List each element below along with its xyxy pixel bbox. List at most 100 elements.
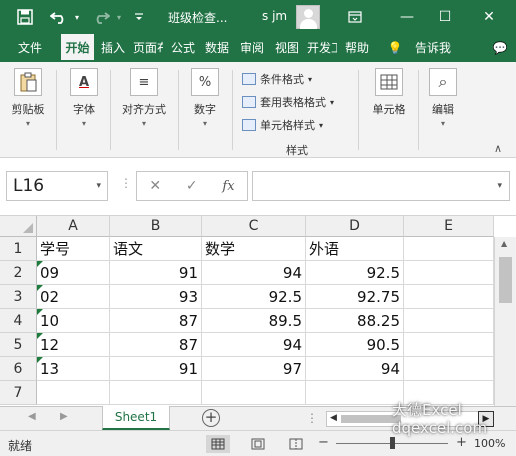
scroll-up-icon[interactable]: ▲: [501, 239, 507, 248]
cell-a7[interactable]: [37, 381, 110, 405]
cell-b3[interactable]: 93: [110, 285, 202, 309]
cell-c5[interactable]: 94: [202, 333, 306, 357]
cell-styles-button[interactable]: 单元格样式 ▾: [242, 115, 323, 135]
worksheet-grid[interactable]: A B C D E 1 学号 语文 数学 外语 2 09 91 94 92.5 …: [0, 216, 516, 406]
chevron-down-icon[interactable]: ▾: [96, 181, 101, 191]
tab-formulas[interactable]: 公式: [168, 34, 198, 62]
cell-b7[interactable]: [110, 381, 202, 405]
cell-a2[interactable]: 09: [37, 261, 110, 285]
conditional-formatting-button[interactable]: 条件格式 ▾: [242, 69, 312, 89]
customize-quick-access-icon[interactable]: [130, 0, 148, 34]
tab-file[interactable]: 文件: [4, 34, 56, 62]
cell-a5[interactable]: 12: [37, 333, 110, 357]
cancel-icon[interactable]: ✕: [149, 178, 161, 194]
user-name[interactable]: s jm: [262, 9, 287, 23]
cell-e7[interactable]: [404, 381, 494, 405]
cell-d7[interactable]: [306, 381, 404, 405]
next-sheet-icon[interactable]: ▶: [60, 411, 68, 422]
cell-b4[interactable]: 87: [110, 309, 202, 333]
restore-button[interactable]: ☐: [430, 0, 460, 34]
page-break-view-icon[interactable]: [284, 435, 308, 453]
save-icon[interactable]: [14, 0, 36, 34]
ribbon-display-options-icon[interactable]: [340, 0, 370, 34]
cell-d6[interactable]: 94: [306, 357, 404, 381]
tab-review[interactable]: 审阅: [237, 34, 267, 62]
cell-b6[interactable]: 91: [110, 357, 202, 381]
cell-b2[interactable]: 91: [110, 261, 202, 285]
horizontal-scroll-thumb[interactable]: [341, 415, 401, 423]
enter-icon[interactable]: ✓: [186, 178, 198, 194]
tab-tell-me[interactable]: 告诉我: [410, 34, 456, 62]
column-header-d[interactable]: D: [306, 216, 404, 237]
tab-developer[interactable]: 开发工具: [307, 34, 337, 62]
align-icon[interactable]: ≡: [130, 68, 158, 96]
font-group[interactable]: A 字体 ▾: [64, 68, 104, 128]
cell-a4[interactable]: 10: [37, 309, 110, 333]
alignment-group[interactable]: ≡ 对齐方式 ▾: [116, 68, 172, 128]
scroll-left-icon[interactable]: ◀: [330, 413, 337, 423]
cell-d2[interactable]: 92.5: [306, 261, 404, 285]
cell-b1[interactable]: 语文: [110, 237, 202, 261]
cell-a6[interactable]: 13: [37, 357, 110, 381]
tab-help[interactable]: 帮助: [342, 34, 372, 62]
column-header-b[interactable]: B: [110, 216, 202, 237]
clipboard-group[interactable]: 剪贴板 ▾: [6, 68, 50, 128]
cell-b5[interactable]: 87: [110, 333, 202, 357]
drag-handle-icon[interactable]: ⋮: [120, 176, 132, 190]
row-header[interactable]: 7: [0, 381, 37, 405]
cell-a3[interactable]: 02: [37, 285, 110, 309]
add-sheet-icon[interactable]: +: [202, 409, 220, 427]
redo-dropdown-icon[interactable]: ▾: [114, 0, 124, 34]
number-group[interactable]: % 数字 ▾: [186, 68, 224, 128]
tab-page-layout[interactable]: 页面布局: [133, 34, 163, 62]
page-layout-view-icon[interactable]: [246, 435, 270, 453]
cell-c7[interactable]: [202, 381, 306, 405]
editing-group[interactable]: ⌕ 编辑 ▾: [424, 68, 462, 128]
row-header[interactable]: 6: [0, 357, 37, 381]
column-header-a[interactable]: A: [37, 216, 110, 237]
cell-d1[interactable]: 外语: [306, 237, 404, 261]
search-edit-icon[interactable]: ⌕: [429, 68, 457, 96]
cell-e1[interactable]: [404, 237, 494, 261]
row-header[interactable]: 3: [0, 285, 37, 309]
zoom-out-icon[interactable]: −: [318, 435, 329, 450]
tab-view[interactable]: 视图: [272, 34, 302, 62]
clipboard-icon[interactable]: [14, 68, 42, 96]
percent-icon[interactable]: %: [191, 68, 219, 96]
collapse-ribbon-icon[interactable]: ∧: [494, 142, 502, 155]
cell-d4[interactable]: 88.25: [306, 309, 404, 333]
vertical-scroll-thumb[interactable]: [499, 257, 512, 303]
sheet-tab-sheet1[interactable]: Sheet1: [102, 406, 170, 430]
tab-split-handle-icon[interactable]: ⋮: [306, 411, 318, 425]
cell-c2[interactable]: 94: [202, 261, 306, 285]
scroll-right-icon[interactable]: ▶: [478, 411, 494, 427]
insert-function-icon[interactable]: fx: [222, 179, 234, 194]
zoom-in-icon[interactable]: +: [456, 435, 467, 450]
row-header[interactable]: 2: [0, 261, 37, 285]
cells-group[interactable]: 单元格: [366, 68, 412, 117]
name-box[interactable]: L16 ▾: [6, 171, 108, 201]
avatar[interactable]: [296, 5, 320, 29]
row-header[interactable]: 5: [0, 333, 37, 357]
close-button[interactable]: ✕: [474, 0, 504, 34]
minimize-button[interactable]: —: [392, 0, 422, 34]
row-header[interactable]: 1: [0, 237, 37, 261]
cell-d3[interactable]: 92.75: [306, 285, 404, 309]
cell-c1[interactable]: 数学: [202, 237, 306, 261]
cell-d5[interactable]: 90.5: [306, 333, 404, 357]
tab-data[interactable]: 数据: [202, 34, 232, 62]
cell-c3[interactable]: 92.5: [202, 285, 306, 309]
undo-icon[interactable]: [46, 0, 72, 34]
tab-insert[interactable]: 插入: [97, 34, 129, 62]
formula-input[interactable]: ▾: [252, 171, 510, 201]
cell-e4[interactable]: [404, 309, 494, 333]
horizontal-scrollbar[interactable]: ◀: [326, 411, 494, 427]
cell-a1[interactable]: 学号: [37, 237, 110, 261]
zoom-level[interactable]: 100%: [474, 437, 505, 450]
format-as-table-button[interactable]: 套用表格格式 ▾: [242, 92, 334, 112]
vertical-scrollbar[interactable]: ▲: [494, 237, 516, 406]
previous-sheet-icon[interactable]: ◀: [28, 411, 36, 422]
cell-e5[interactable]: [404, 333, 494, 357]
cell-c4[interactable]: 89.5: [202, 309, 306, 333]
cell-e3[interactable]: [404, 285, 494, 309]
